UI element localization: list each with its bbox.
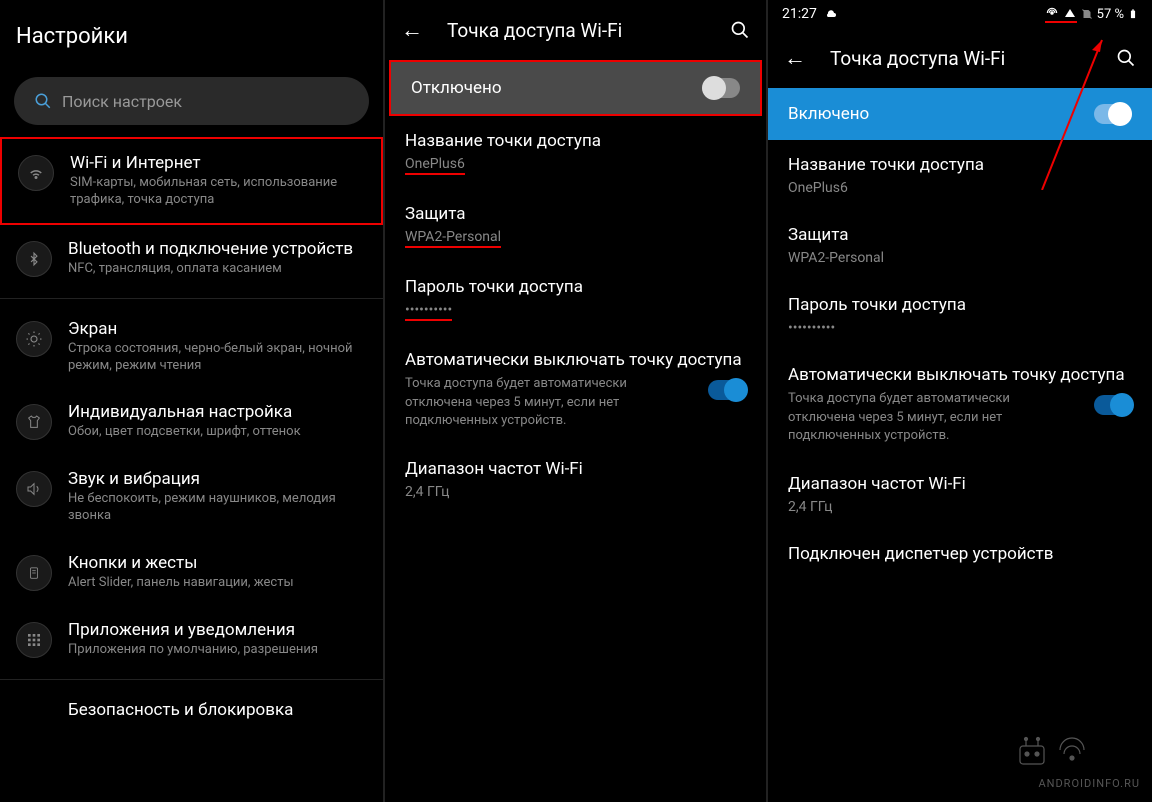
setting-password[interactable]: Пароль точки доступа •••••••••• xyxy=(768,280,1152,350)
setting-label: Автоматически выключать точку доступа xyxy=(405,349,746,371)
header: ← Точка доступа Wi-Fi xyxy=(768,28,1152,88)
toggle-label: Включено xyxy=(788,104,1094,124)
setting-sub: Точка доступа будет автоматически отключ… xyxy=(788,390,1068,445)
item-sub: Приложения по умолчанию, разрешения xyxy=(68,642,367,659)
item-sub: SIM-карты, мобильная сеть, использование… xyxy=(70,175,365,209)
setting-label: Пароль точки доступа xyxy=(405,276,746,298)
setting-value: 2,4 ГГц xyxy=(405,484,746,500)
item-title: Приложения и уведомления xyxy=(68,620,367,640)
toggle-switch[interactable] xyxy=(702,78,740,98)
back-icon[interactable]: ← xyxy=(401,17,423,43)
status-time: 21:27 xyxy=(782,6,817,22)
setting-password[interactable]: Пароль точки доступа •••••••••• xyxy=(385,262,766,335)
watermark-text: ANDROIDINFO.RU xyxy=(1038,777,1140,790)
setting-value: •••••••••• xyxy=(788,320,1132,336)
setting-hotspot-name[interactable]: Название точки доступа OnePlus6 xyxy=(385,116,766,189)
setting-value: OnePlus6 xyxy=(788,180,1132,196)
setting-auto-off[interactable]: Автоматически выключать точку доступа То… xyxy=(768,350,1152,459)
item-title: Индивидуальная настройка xyxy=(68,402,367,422)
header-title: Точка доступа Wi-Fi xyxy=(447,19,730,42)
no-sim-icon xyxy=(1081,7,1093,21)
toggle-label: Отключено xyxy=(411,78,702,98)
panel-hotspot-on: 21:27 57 % ← Точка доступа Wi-Fi Включен… xyxy=(768,0,1152,802)
setting-label: Автоматически выключать точку доступа xyxy=(788,364,1132,386)
page-title: Настройки xyxy=(0,0,383,65)
setting-value: WPA2-Personal xyxy=(405,229,746,248)
panel-settings-main: Настройки Поиск настроек Wi-Fi и Интерне… xyxy=(0,0,385,802)
setting-label: Диапазон частот Wi-Fi xyxy=(405,458,746,480)
hotspot-toggle-row[interactable]: Включено xyxy=(768,88,1152,140)
search-icon[interactable] xyxy=(730,20,750,40)
item-title: Wi-Fi и Интернет xyxy=(70,153,365,173)
status-bar: 21:27 57 % xyxy=(768,0,1152,28)
buttons-icon xyxy=(16,555,52,591)
signal-icon xyxy=(1063,7,1077,19)
setting-sub: Точка доступа будет автоматически отключ… xyxy=(405,375,685,430)
apps-icon xyxy=(16,622,52,658)
setting-label: Подключен диспетчер устройств xyxy=(788,543,1132,565)
item-sub: Alert Slider, панель навигации, жесты xyxy=(68,575,367,592)
search-placeholder: Поиск настроек xyxy=(62,92,182,111)
item-sub: NFC, трансляция, оплата касанием xyxy=(68,261,367,278)
setting-value: OnePlus6 xyxy=(405,156,746,175)
setting-label: Пароль точки доступа xyxy=(788,294,1132,316)
setting-security[interactable]: Защита WPA2-Personal xyxy=(768,210,1152,280)
status-highlighted xyxy=(1045,5,1076,23)
search-input[interactable]: Поиск настроек xyxy=(14,77,369,125)
sidebar-item-display[interactable]: Экран Строка состояния, черно-белый экра… xyxy=(0,305,383,389)
item-title: Кнопки и жесты xyxy=(68,553,367,573)
tshirt-icon xyxy=(16,404,52,440)
search-icon[interactable] xyxy=(1116,48,1136,68)
item-title: Экран xyxy=(68,319,367,339)
setting-auto-off[interactable]: Автоматически выключать точку доступа То… xyxy=(385,335,766,444)
sidebar-item-customize[interactable]: Индивидуальная настройка Обои, цвет подс… xyxy=(0,388,383,455)
toggle-switch[interactable] xyxy=(708,380,746,400)
setting-label: Защита xyxy=(788,224,1132,246)
item-sub: Строка состояния, черно-белый экран, ноч… xyxy=(68,341,367,375)
item-title: Безопасность и блокировка xyxy=(68,700,367,720)
sound-icon xyxy=(16,471,52,507)
header: ← Точка доступа Wi-Fi xyxy=(385,0,766,60)
search-icon xyxy=(34,92,52,110)
setting-value: 2,4 ГГц xyxy=(788,499,1132,515)
sidebar-item-apps[interactable]: Приложения и уведомления Приложения по у… xyxy=(0,606,383,673)
header-title: Точка доступа Wi-Fi xyxy=(830,47,1116,70)
item-sub: Обои, цвет подсветки, шрифт, оттенок xyxy=(68,424,367,441)
divider xyxy=(0,679,383,680)
sidebar-item-bluetooth[interactable]: Bluetooth и подключение устройств NFC, т… xyxy=(0,225,383,292)
setting-label: Название точки доступа xyxy=(788,154,1132,176)
brightness-icon xyxy=(16,321,52,357)
hotspot-toggle-row[interactable]: Отключено xyxy=(391,62,760,114)
sidebar-item-security[interactable]: Безопасность и блокировка xyxy=(0,686,383,736)
highlight-box: Отключено xyxy=(389,60,762,116)
item-sub: Не беспокоить, режим наушников, мелодия … xyxy=(68,491,367,525)
sidebar-item-wifi[interactable]: Wi-Fi и Интернет SIM-карты, мобильная се… xyxy=(0,137,383,225)
item-title: Bluetooth и подключение устройств xyxy=(68,239,367,259)
setting-device-manager[interactable]: Подключен диспетчер устройств xyxy=(768,529,1152,583)
watermark-robot-icon xyxy=(1012,732,1092,772)
sidebar-item-buttons[interactable]: Кнопки и жесты Alert Slider, панель нави… xyxy=(0,539,383,606)
setting-label: Защита xyxy=(405,203,746,225)
panel-hotspot-off: ← Точка доступа Wi-Fi Отключено Название… xyxy=(385,0,768,802)
bluetooth-icon xyxy=(16,241,52,277)
setting-value: WPA2-Personal xyxy=(788,250,1132,266)
sidebar-item-sound[interactable]: Звук и вибрация Не беспокоить, режим нау… xyxy=(0,455,383,539)
hotspot-icon xyxy=(1045,6,1059,20)
setting-band[interactable]: Диапазон частот Wi-Fi 2,4 ГГц xyxy=(768,459,1152,529)
toggle-switch[interactable] xyxy=(1094,104,1132,124)
item-title: Звук и вибрация xyxy=(68,469,367,489)
battery-text: 57 % xyxy=(1097,7,1124,22)
toggle-switch[interactable] xyxy=(1094,395,1132,415)
divider xyxy=(0,298,383,299)
battery-icon xyxy=(1128,6,1138,22)
setting-security[interactable]: Защита WPA2-Personal xyxy=(385,189,766,262)
setting-hotspot-name[interactable]: Название точки доступа OnePlus6 xyxy=(768,140,1152,210)
setting-value: •••••••••• xyxy=(405,302,746,321)
setting-label: Диапазон частот Wi-Fi xyxy=(788,473,1132,495)
setting-band[interactable]: Диапазон частот Wi-Fi 2,4 ГГц xyxy=(385,444,766,514)
wifi-icon xyxy=(18,155,54,191)
back-icon[interactable]: ← xyxy=(784,45,806,71)
cloud-icon xyxy=(823,8,839,20)
setting-label: Название точки доступа xyxy=(405,130,746,152)
